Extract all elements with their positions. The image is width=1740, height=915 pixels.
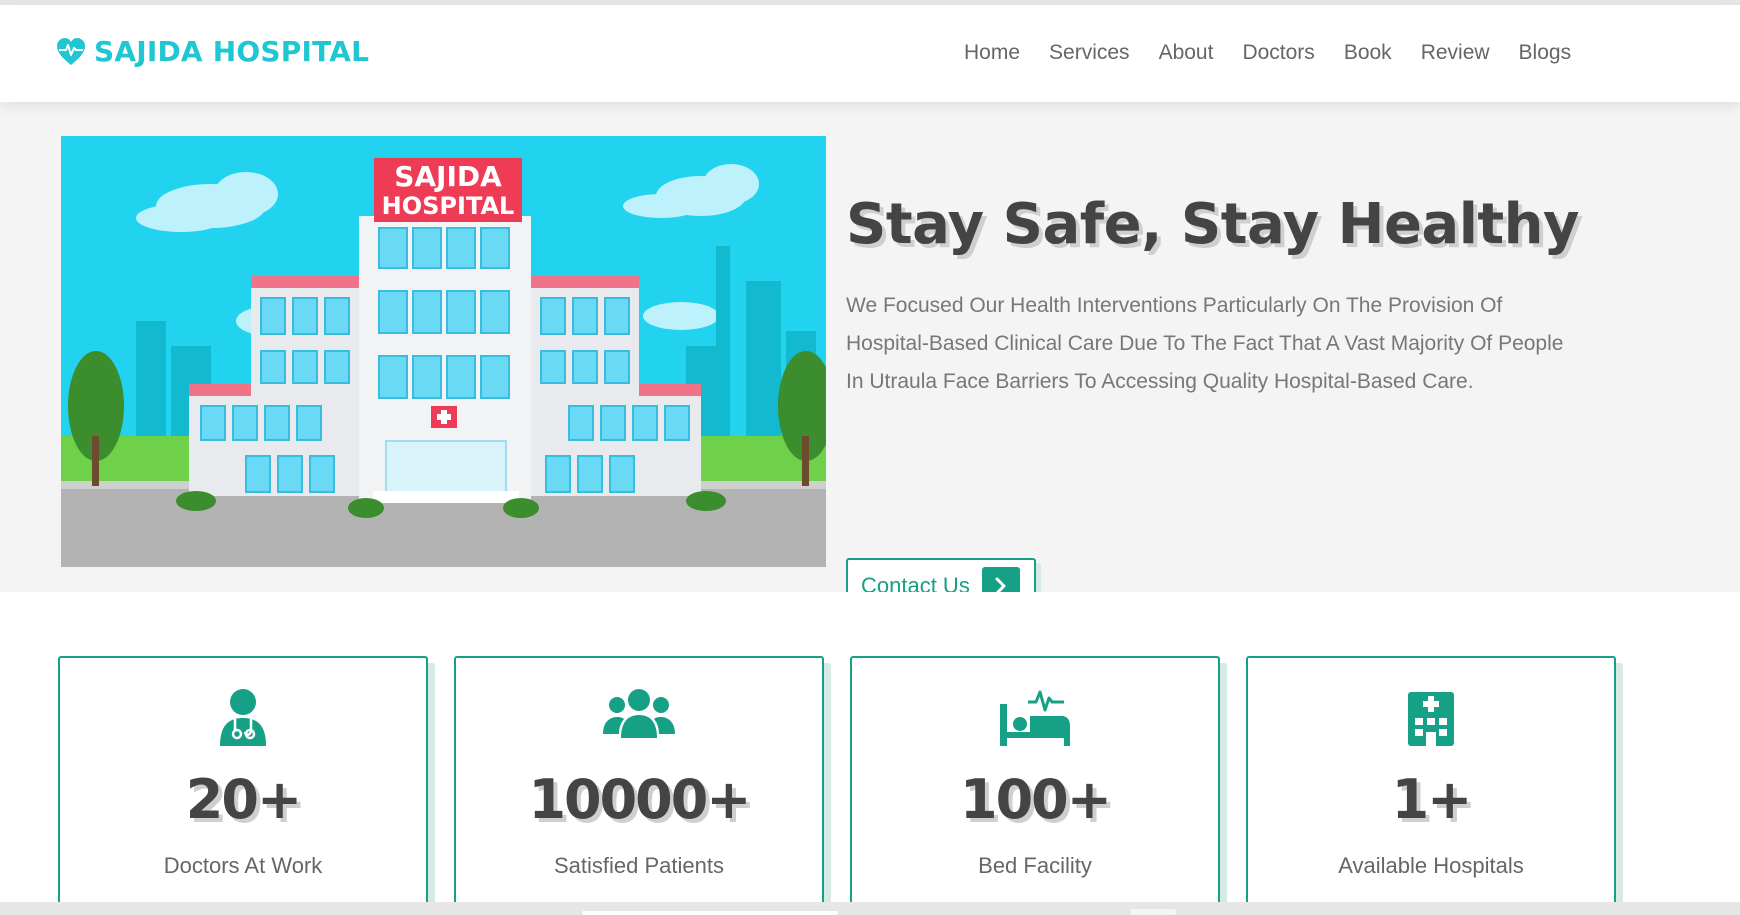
stat-card-doctors: 20+ Doctors At Work: [58, 656, 428, 906]
stat-value: 100+: [960, 768, 1112, 831]
stat-value: 20+: [185, 768, 302, 831]
nav-review[interactable]: Review: [1421, 41, 1490, 65]
hero-title: Stay Safe, Stay Healthy: [846, 192, 1580, 257]
scroll-thumb[interactable]: [582, 911, 838, 915]
hero-description: We Focused Our Health Interventions Part…: [846, 294, 1564, 393]
nav-doctors[interactable]: Doctors: [1242, 41, 1314, 65]
brand-logo[interactable]: SAJIDA HOSPITAL: [56, 35, 369, 68]
nav-home[interactable]: Home: [964, 41, 1020, 65]
stat-card-hospitals: 1+ Available Hospitals: [1246, 656, 1616, 906]
sign-line-1: SAJIDA: [394, 160, 502, 193]
stat-label: Available Hospitals: [1338, 853, 1524, 878]
hero-section: SAJIDA HOSPITAL Stay Safe, Stay Healthy …: [0, 102, 1740, 613]
scroll-thumb-secondary[interactable]: [1130, 909, 1176, 915]
hospital-icon: [1248, 688, 1614, 750]
stat-value: 1+: [1391, 768, 1473, 831]
nav-book[interactable]: Book: [1344, 41, 1392, 65]
doctor-icon: [60, 688, 426, 750]
stats-section: 20+ Doctors At Work 10000+ Satisfied Pat…: [0, 592, 1740, 915]
bed-pulse-icon: [852, 688, 1218, 750]
site-header: SAJIDA HOSPITAL Home Services About Doct…: [0, 5, 1740, 102]
stat-label: Satisfied Patients: [554, 853, 724, 878]
users-icon: [456, 688, 822, 750]
nav-about[interactable]: About: [1159, 41, 1214, 65]
stat-card-beds: 100+ Bed Facility: [850, 656, 1220, 906]
sign-line-2: HOSPITAL: [382, 192, 515, 220]
stat-card-patients: 10000+ Satisfied Patients: [454, 656, 824, 906]
brand-name: SAJIDA HOSPITAL: [94, 35, 370, 68]
stat-value: 10000+: [528, 768, 751, 831]
main-nav: Home Services About Doctors Book Review …: [964, 41, 1571, 65]
stat-label: Bed Facility: [978, 853, 1092, 878]
hospital-illustration: SAJIDA HOSPITAL: [61, 136, 826, 567]
nav-blogs[interactable]: Blogs: [1519, 41, 1572, 65]
stat-label: Doctors At Work: [163, 853, 323, 878]
hero-content: Stay Safe, Stay Healthy We Focused Our H…: [846, 192, 1586, 613]
heart-pulse-icon: [57, 37, 85, 65]
browser-scrollbar[interactable]: [0, 902, 1740, 915]
nav-services[interactable]: Services: [1049, 41, 1130, 65]
